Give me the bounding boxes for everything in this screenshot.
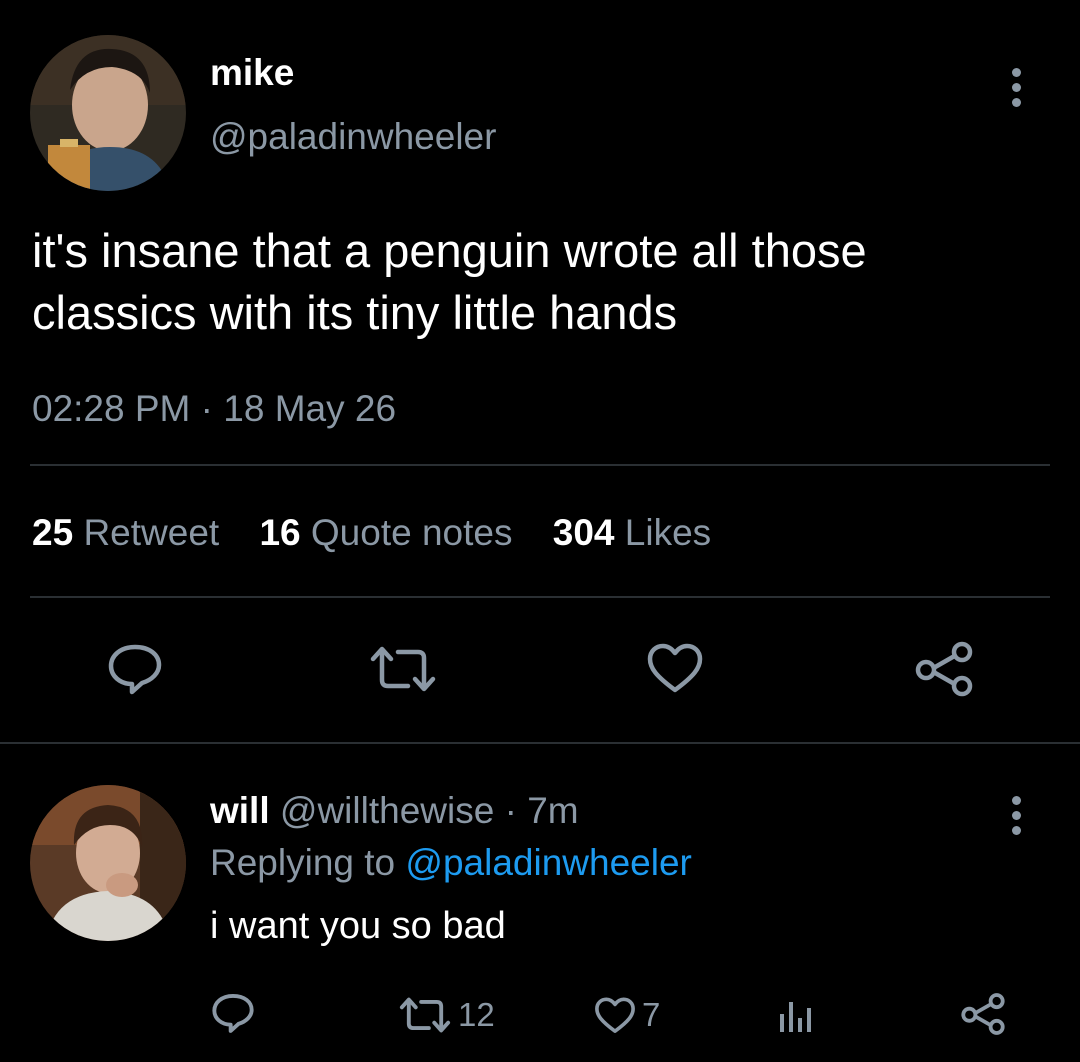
tweet-text-line: it's insane that a penguin wrote all tho…: [32, 224, 867, 277]
quote-count: 16: [259, 512, 301, 553]
reply-retweet-button[interactable]: [398, 994, 452, 1036]
like-button[interactable]: [646, 642, 704, 696]
analytics-icon: [780, 1002, 811, 1032]
retweet-stat[interactable]: 25 Retweet: [32, 512, 219, 554]
reply-analytics-button[interactable]: [776, 996, 816, 1034]
retweet-icon: [399, 997, 451, 1033]
replying-to-handle-link[interactable]: @paladinwheeler: [405, 842, 691, 883]
retweet-button[interactable]: [368, 642, 438, 696]
reply-header: will @willthewise · 7m: [210, 790, 579, 832]
reply-text: i want you so bad: [210, 905, 506, 947]
retweet-label: Retweet: [83, 512, 220, 553]
tweet-date: 18 May 26: [223, 388, 397, 429]
heart-icon: [647, 643, 703, 693]
reply-age[interactable]: 7m: [527, 790, 578, 831]
reply-share-button[interactable]: [960, 992, 1006, 1036]
share-icon: [915, 641, 973, 697]
reply-icon: [212, 993, 254, 1033]
replying-to: Replying to @paladinwheeler: [210, 842, 692, 884]
share-icon: [961, 993, 1005, 1035]
divider: [0, 742, 1080, 744]
meta-separator: ·: [504, 790, 517, 831]
tweet-text: it's insane that a penguin wrote all tho…: [32, 220, 1032, 344]
author-display-name[interactable]: mike: [210, 52, 294, 94]
avatar-photo-mike: [30, 35, 186, 191]
tweet-stats: 25 Retweet 16 Quote notes 304 Likes: [32, 512, 711, 554]
reply-author-name[interactable]: will: [210, 790, 270, 831]
likes-label: Likes: [624, 512, 712, 553]
likes-stat[interactable]: 304 Likes: [553, 512, 711, 554]
divider: [30, 596, 1050, 598]
divider: [30, 464, 1050, 466]
more-options-icon[interactable]: [1010, 68, 1022, 113]
reply-reply-button[interactable]: [210, 992, 256, 1034]
tweet-text-line: classics with its tiny little hands: [32, 286, 678, 339]
author-avatar[interactable]: [30, 35, 186, 191]
author-handle[interactable]: @paladinwheeler: [210, 116, 496, 158]
tweet-timestamp[interactable]: 02:28 PM · 18 May 26: [32, 388, 396, 430]
retweet-count: 25: [32, 512, 74, 553]
reply-more-options-icon[interactable]: [1010, 796, 1022, 841]
quote-stat[interactable]: 16 Quote notes: [259, 512, 512, 554]
tweet-time: 02:28 PM: [32, 388, 191, 429]
reply-like-count: 7: [642, 996, 661, 1033]
likes-count: 304: [552, 512, 615, 553]
reply-retweet-count: 12: [458, 996, 495, 1033]
retweet-icon: [370, 646, 436, 692]
heart-icon: [595, 997, 635, 1034]
reply-author-handle[interactable]: @willthewise: [280, 790, 494, 831]
quote-label: Quote notes: [310, 512, 513, 553]
replying-to-prefix: Replying to: [210, 842, 396, 883]
avatar-photo-will: [30, 785, 186, 941]
reply-author-avatar[interactable]: [30, 785, 186, 941]
share-button[interactable]: [914, 640, 974, 698]
reply-button[interactable]: [106, 642, 164, 696]
meta-separator: ·: [200, 388, 213, 429]
reply-icon: [108, 644, 162, 695]
reply-like-button[interactable]: [594, 996, 636, 1036]
